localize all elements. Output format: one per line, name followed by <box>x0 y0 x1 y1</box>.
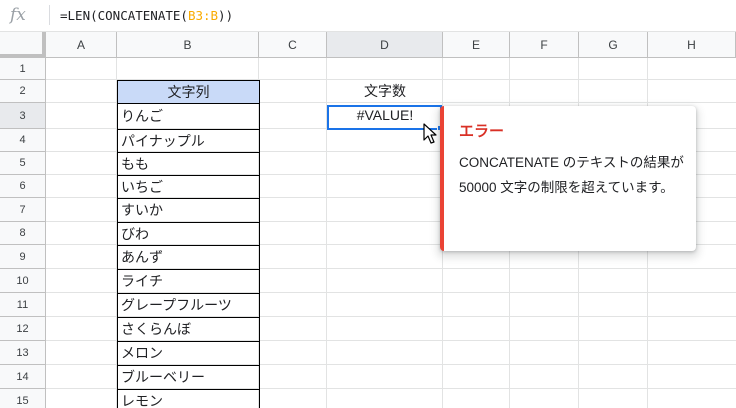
column-header-a[interactable]: A <box>46 32 117 58</box>
row-header-15[interactable]: 15 <box>0 389 46 408</box>
cell-b10[interactable]: ライチ <box>117 269 260 294</box>
cell-b5[interactable]: もも <box>117 152 260 176</box>
row-header-8[interactable]: 8 <box>0 222 46 245</box>
row-header-6[interactable]: 6 <box>0 175 46 198</box>
cell-b8[interactable]: びわ <box>117 222 260 246</box>
row-header-9[interactable]: 9 <box>0 245 46 269</box>
fx-icon: fx <box>10 5 26 25</box>
formula-bar: fx =LEN(CONCATENATE(B3:B)) <box>0 0 736 32</box>
row-header-4[interactable]: 4 <box>0 129 46 152</box>
row-header-7[interactable]: 7 <box>0 198 46 222</box>
cell-b12[interactable]: さくらんぼ <box>117 317 260 342</box>
cell-b14[interactable]: ブルーベリー <box>117 365 260 390</box>
cell-b15[interactable]: レモン <box>117 389 260 408</box>
column-header-g[interactable]: G <box>579 32 648 58</box>
cell-b9[interactable]: あんず <box>117 245 260 270</box>
row-header-5[interactable]: 5 <box>0 152 46 175</box>
column-header-b[interactable]: B <box>117 32 259 58</box>
cell-b4[interactable]: パイナップル <box>117 129 260 153</box>
cell-b11[interactable]: グレープフルーツ <box>117 293 260 318</box>
error-message: CONCATENATE のテキストの結果が 50000 文字の制限を超えています… <box>459 155 684 195</box>
column-header-h[interactable]: H <box>648 32 736 58</box>
row-header-13[interactable]: 13 <box>0 341 46 365</box>
formula-range-ref: B3:B <box>187 8 219 23</box>
error-tooltip: エラー CONCATENATE のテキストの結果が 50000 文字の制限を超え… <box>440 106 696 251</box>
formula-suffix: )) <box>218 8 234 23</box>
cell-b2[interactable]: 文字列 <box>117 80 260 104</box>
cell-b6[interactable]: いちご <box>117 175 260 199</box>
formula-bar-separator <box>49 5 50 25</box>
select-all-corner[interactable] <box>0 32 46 58</box>
column-header-d[interactable]: D <box>327 32 443 58</box>
row-header-1[interactable]: 1 <box>0 58 46 80</box>
error-title: エラー <box>459 123 505 140</box>
mouse-pointer-icon <box>423 123 437 144</box>
column-header-f[interactable]: F <box>510 32 579 58</box>
row-header-14[interactable]: 14 <box>0 365 46 389</box>
cell-d2[interactable]: 文字数 <box>327 80 443 103</box>
row-header-12[interactable]: 12 <box>0 317 46 341</box>
row-header-11[interactable]: 11 <box>0 293 46 317</box>
row-header-3[interactable]: 3 <box>0 103 46 129</box>
cell-b3[interactable]: りんご <box>117 103 260 130</box>
formula-prefix: =LEN(CONCATENATE( <box>60 8 188 23</box>
cell-b13[interactable]: メロン <box>117 341 260 366</box>
row-header-10[interactable]: 10 <box>0 269 46 293</box>
row-header-2[interactable]: 2 <box>0 80 46 103</box>
formula-input[interactable]: =LEN(CONCATENATE(B3:B)) <box>60 7 233 25</box>
column-header-e[interactable]: E <box>443 32 510 58</box>
column-header-c[interactable]: C <box>259 32 327 58</box>
cell-b7[interactable]: すいか <box>117 198 260 223</box>
